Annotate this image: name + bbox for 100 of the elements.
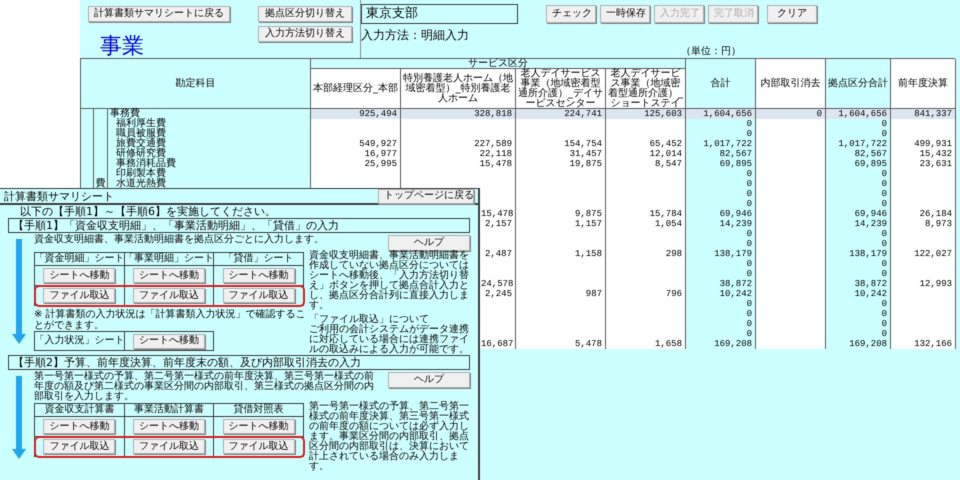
table-cell: 15,784 (606, 209, 686, 219)
column-header: 本部経理区分_本部 (313, 84, 398, 94)
switch-button[interactable]: 拠点区分切り替え (258, 6, 352, 22)
switch-button[interactable]: 入力方法切り替え (258, 26, 352, 42)
table-cell: 298 (606, 249, 686, 259)
column-header: 勘定科目 (176, 78, 216, 88)
unit-label: （単位：円） (681, 47, 741, 57)
table-cell: 1,157 (516, 219, 606, 229)
table-cell: 1,054 (606, 219, 686, 229)
sheet-button[interactable]: シートへ移動 (222, 419, 295, 434)
column-header: 「貸借」シート (224, 254, 294, 264)
table-cell: 499,931 (891, 139, 956, 149)
table-cell: 8,547 (606, 159, 686, 169)
column-header: 事業活動計算書 (134, 405, 204, 415)
sheet-button[interactable]: ファイル取込 (132, 439, 205, 454)
sheet-button[interactable]: ファイル取込 (43, 439, 116, 454)
table-cell (891, 119, 956, 129)
action-button[interactable]: 一時保存 (600, 5, 650, 23)
column-header: 老人デイサービス事業（地域密着型通所介護）_デイサービスセンター (518, 68, 603, 108)
table-cell (756, 119, 826, 129)
sheet-button[interactable]: シートへ移動 (133, 334, 205, 348)
account-label: 事務消耗品費 (115, 159, 176, 169)
column-header: 「資金明細」シート (34, 254, 124, 264)
table-cell: 549,927 (311, 139, 401, 149)
column-header: 合計 (710, 78, 730, 88)
account-label: 印刷製本費 (115, 169, 166, 179)
sheet-button[interactable]: ファイル取込 (132, 288, 205, 303)
table-cell: 224,741 (516, 109, 606, 119)
table-cell: 0 (756, 109, 826, 119)
input-method-label: 入力方法：明細入力 (361, 29, 469, 41)
sheet-button[interactable]: シートへ移動 (222, 268, 295, 283)
step-intro: 第一号第一様式の予算、第二号第一様式の前年度決算、第三号第一様式の前年度の額及び第二様式の事業区分間の内部取引、第三様式の拠点区分間の内部取引を入力します。 (33, 372, 374, 402)
top-page-button[interactable]: トップページに戻る (378, 188, 474, 204)
category-label: 費 (96, 179, 106, 189)
sheet-button[interactable]: シートへ移動 (132, 419, 205, 434)
table-cell: 12,014 (606, 149, 686, 159)
account-label: 福利厚生費 (115, 119, 166, 129)
help-button[interactable]: ヘルプ (388, 372, 470, 388)
account-label: 研修研究費 (115, 149, 166, 159)
note-text: ご利用の会計システムがデータ連携に対応している場合には連携ファイルの取込みによる入力が可能です。 (309, 325, 470, 355)
table-cell: 22,118 (401, 149, 516, 159)
table-cell: 19,875 (516, 159, 606, 169)
column-header: サービス区分 (468, 58, 528, 68)
column-header: 前年度決算 (898, 78, 948, 88)
table-cell: 1,658 (606, 339, 686, 349)
sheet-button[interactable]: ファイル取込 (43, 288, 116, 303)
table-cell: 841,337 (891, 109, 956, 119)
action-button[interactable]: クリア (767, 5, 817, 23)
table-cell: 25,995 (311, 159, 401, 169)
table-cell: 987 (516, 289, 606, 299)
table-cell: 1,604,656 (686, 109, 756, 119)
column-header: 特別養護老人ホーム（地域密着型）_特別養護老人ホーム (403, 74, 513, 104)
table-cell: 925,494 (311, 109, 401, 119)
sheet-button[interactable]: ファイル取込 (222, 288, 295, 303)
column-header: 「事業明細」シート (124, 254, 214, 264)
table-cell: 125,603 (606, 109, 686, 119)
column-header: 貸借対照表 (234, 405, 284, 415)
sheet-button[interactable]: シートへ移動 (43, 268, 116, 283)
sheet-title: 計算書類サマリシート (4, 190, 114, 202)
table-cell: 328,818 (401, 109, 516, 119)
column-header: 拠点区分合計 (828, 78, 888, 88)
table-cell (756, 339, 826, 349)
table-cell: 16,687 (481, 339, 515, 349)
step-heading: 【手順2】予算、前年度決算、前年度末の額、及び内部取引消去の入力 (8, 355, 470, 370)
table-cell: 227,589 (401, 139, 516, 149)
table-cell: 154,754 (516, 139, 606, 149)
sheet-button[interactable]: シートへ移動 (132, 268, 205, 283)
column-header: 資金収支計算書 (44, 405, 114, 415)
office-field[interactable]: 東京支部 (361, 4, 518, 24)
instruction-text: 以下の【手順1】～【手順6】を実施してください。 (19, 205, 276, 218)
back-button[interactable]: 計算書類サマリシートに戻る (88, 6, 230, 22)
step-heading: 【手順1】「資金収支明細」、「事業活動明細」、「貸借」の入力 (8, 218, 470, 233)
table-cell: 65,452 (606, 139, 686, 149)
table-cell: 16,977 (311, 149, 401, 159)
column-header: 内部取引消去 (760, 78, 820, 88)
sheet-button[interactable]: ファイル取込 (222, 439, 295, 454)
note-text: 資金収支明細書、事業活動明細書を作成していない拠点区分についてはシートへ移動後、「入力方法切り替え」ボタンを押して拠点合計入力とし、拠点区分合計列に直接入力します。 (309, 251, 470, 311)
table-cell: 31,457 (516, 149, 606, 159)
sheet-button[interactable]: シートへ移動 (43, 419, 116, 434)
table-cell: 12,993 (891, 279, 956, 289)
table-cell: 796 (606, 289, 686, 299)
note-text: 第一号第一様式の予算、第二号第一様式の前年度決算、第三号第一様式の前年度の額については必ず入力します。事業区分間の内部取引、拠点区分間の内部取引は、決算において計上されている場合のみ入力します。 (309, 402, 470, 472)
footnote-text: ※ 計算書類の入力状況は「計算書類入力状況」で確認することができます。 (33, 309, 306, 331)
action-button[interactable]: チェック (546, 5, 596, 23)
table-cell: 23,631 (891, 159, 956, 169)
table-cell: 24,578 (481, 279, 515, 289)
status-label: 「入力状況」シート (34, 336, 124, 346)
account-label: 水道光熱費 (115, 179, 166, 189)
note-text: 「ファイル取込」について (309, 315, 429, 325)
table-cell: 1,604,656 (826, 109, 891, 119)
table-cell: 1,158 (516, 249, 606, 259)
step-intro: 資金収支明細書、事業活動明細書を拠点区分ごとに入力します。 (33, 235, 325, 245)
help-button[interactable]: ヘルプ (388, 235, 470, 251)
page-title: 事業 (100, 36, 144, 58)
table-cell: 15,478 (401, 159, 516, 169)
account-label: 職員被服費 (115, 129, 166, 139)
column-header: 老人デイサービス事業（地域密着型通所介護）_ショートステイ (608, 68, 683, 108)
table-cell: 26,184 (891, 209, 956, 219)
subtotal-label: 事務費 (109, 109, 140, 119)
account-label: 旅費交通費 (115, 139, 166, 149)
